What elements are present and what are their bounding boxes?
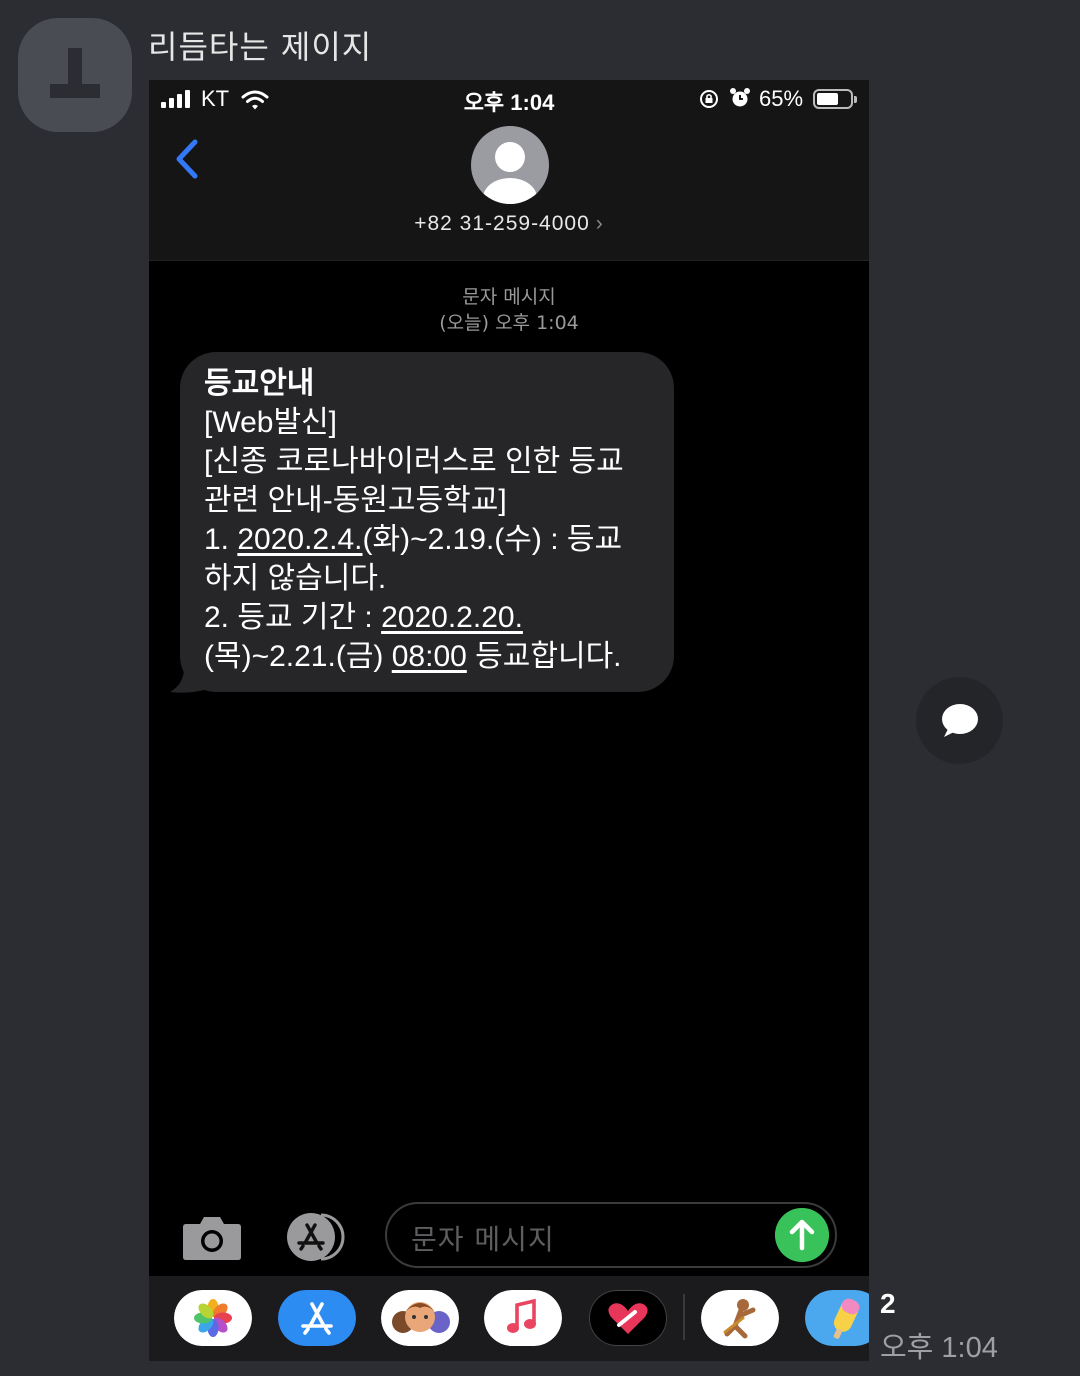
compose-bar: 문자 메시지 [149, 1192, 869, 1276]
unread-count: 2 [880, 1288, 896, 1319]
contact-phone[interactable]: +82 31-259-4000 › [149, 212, 869, 236]
message-line: 2. 등교 기간 : 2020.2.20. [204, 601, 523, 634]
message-sent-time: 오후 1:04 [880, 1332, 998, 1364]
message-bubble[interactable]: 등교안내 [Web발신] [신종 코로나바이러스로 인한 등교 관련 안내-동원… [180, 352, 674, 692]
chevron-right-icon: › [595, 212, 604, 235]
date-link[interactable]: 2020.2.20. [381, 601, 523, 634]
messages-header: KT 오후 1:04 65% +82 31-259-4000 › [149, 80, 869, 261]
digital-touch-app-icon[interactable] [589, 1290, 667, 1346]
back-chevron-icon[interactable] [173, 138, 203, 180]
sticker-app-icon[interactable] [701, 1290, 779, 1346]
send-arrow-icon[interactable] [775, 1208, 829, 1262]
message-input[interactable]: 문자 메시지 [385, 1202, 837, 1268]
chat-bubble-button[interactable] [916, 677, 1003, 764]
speech-bubble-icon [942, 704, 978, 737]
battery-icon [813, 89, 857, 109]
orientation-lock-icon [700, 90, 718, 108]
message-type-label: 문자 메시지 [462, 286, 556, 308]
message-line: 하지 않습니다. [204, 562, 387, 595]
app-store-app-icon[interactable] [278, 1290, 356, 1346]
avatar-glyph-stem [68, 48, 82, 86]
drawer-divider [683, 1294, 685, 1340]
date-link[interactable]: 2020.2.4. [237, 523, 362, 556]
message-title: 등교안내 [204, 367, 315, 400]
message-line: [신종 코로나바이러스로 인한 등교 [204, 445, 624, 478]
contact-phone-number: +82 31-259-4000 [414, 212, 590, 235]
thread-meta: 문자 메시지 (오늘) 오후 1:04 [149, 284, 869, 336]
avatar-glyph-base [50, 84, 100, 98]
app-drawer [149, 1276, 869, 1361]
camera-icon[interactable] [182, 1214, 242, 1260]
attached-screenshot[interactable]: KT 오후 1:04 65% +82 31-259-4000 › 문자 메시지 … [149, 80, 869, 1361]
message-timestamp: (오늘) 오후 1:04 [439, 312, 579, 334]
alarm-icon [730, 88, 750, 107]
sender-name: 리듬타는 제이지 [148, 28, 373, 66]
battery-percent: 65% [759, 86, 804, 111]
time-link[interactable]: 08:00 [392, 640, 467, 673]
message-placeholder: 문자 메시지 [411, 1223, 555, 1256]
person-icon-head [495, 142, 525, 172]
message-line: 관련 안내-동원고등학교] [204, 484, 507, 517]
person-icon-body [483, 178, 537, 204]
message-line: [Web발신] [204, 406, 338, 439]
memoji-app-icon[interactable] [381, 1290, 459, 1346]
app-store-icon[interactable] [283, 1212, 351, 1262]
photos-app-icon[interactable] [174, 1290, 252, 1346]
sender-avatar[interactable] [18, 18, 132, 132]
music-app-icon[interactable] [484, 1290, 562, 1346]
message-line: 1. 2020.2.4.(화)~2.19.(수) : 등교 [204, 523, 623, 556]
message-line: (목)~2.21.(금) 08:00 등교합니다. [204, 640, 622, 673]
contact-avatar[interactable] [471, 126, 549, 204]
popsicle-sticker-app-icon[interactable] [805, 1290, 869, 1346]
status-bar: KT 오후 1:04 65% [149, 80, 869, 120]
